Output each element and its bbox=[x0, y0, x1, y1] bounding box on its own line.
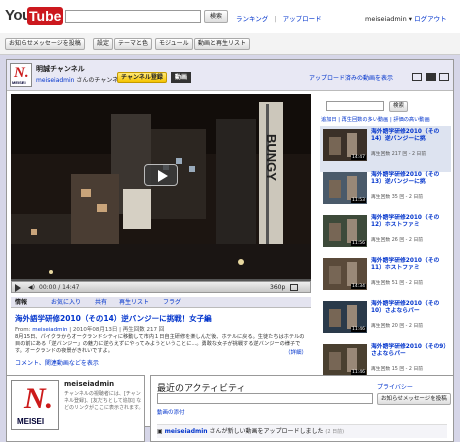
tab-info[interactable]: 情報 bbox=[15, 297, 27, 308]
video-frame: BUNGY bbox=[11, 94, 311, 281]
list-view-icon[interactable] bbox=[439, 73, 449, 81]
video-list-views: 再生回数 217 回 - 2 日前 bbox=[371, 152, 427, 157]
activity-item: ▣ meiseiadmin さんが新しい動画をアップロードしました (2 日前) bbox=[157, 424, 447, 438]
video-list-item[interactable]: 11:56 海外語学研修2010（その12）ホストファミ再生回数 26 回 - 2… bbox=[320, 212, 451, 258]
big-play-button[interactable] bbox=[144, 164, 178, 186]
tab-flag[interactable]: フラグ bbox=[163, 297, 181, 308]
search-button[interactable]: 検索 bbox=[204, 10, 228, 23]
video-list-title[interactable]: 海外語学研修2010（その13）逆バンジーに挑 bbox=[371, 172, 449, 186]
video-duration: 11:53 bbox=[351, 198, 366, 203]
video-list-views: 再生回数 26 回 - 2 日前 bbox=[371, 238, 424, 243]
profile-text: チャンネルの視聴者には、[チャンネル登録]、[友だちとして追加] などのリンクが… bbox=[64, 391, 144, 411]
tab-videos[interactable]: 動画 bbox=[171, 72, 192, 83]
channel-panel: N. MEISEI 明誠チャンネル meiseiadmin さんのチャンネル チ… bbox=[6, 59, 454, 427]
attach-video-link[interactable]: 動画の添付 bbox=[157, 408, 185, 416]
video-thumbnail[interactable]: 14:34 bbox=[323, 258, 367, 290]
time-display: 00:00 / 14:47 bbox=[39, 284, 80, 291]
activity-box: 最近のアクティビティ プライバシー お知らせメッセージを投稿 動画の添付 ▣ m… bbox=[150, 375, 454, 442]
tab-share[interactable]: 共有 bbox=[95, 297, 107, 308]
subscribe-button[interactable]: チャンネル登録 bbox=[117, 72, 167, 83]
bungy-sign-text: BUNGY bbox=[264, 134, 279, 181]
volume-icon[interactable]: ◀) bbox=[28, 284, 35, 291]
video-thumbnail[interactable]: 11:46 bbox=[323, 301, 367, 333]
profile-logo: N. MEISEI bbox=[11, 380, 59, 430]
activity-icon: ▣ bbox=[157, 428, 165, 435]
channel-search-input[interactable] bbox=[326, 101, 384, 111]
video-description: 8月15日、パイクラからオークランドシティに移動して市内１日自主研修を楽しんだ後… bbox=[15, 334, 305, 354]
channel-title: 明誠チャンネル bbox=[36, 66, 85, 73]
grid-view-icon[interactable] bbox=[426, 73, 436, 81]
video-list-title[interactable]: 海外語学研修2010（その12）ホストファミ bbox=[371, 215, 449, 229]
video-thumbnail[interactable]: 11:56 bbox=[323, 215, 367, 247]
player-controls: ◀) 00:00 / 14:47 360p bbox=[11, 281, 311, 293]
video-duration: 14:34 bbox=[351, 284, 366, 289]
bulletin-input[interactable] bbox=[157, 393, 373, 404]
video-duration: 14:47 bbox=[351, 155, 366, 160]
video-list-item[interactable]: 11:53 海外語学研修2010（その13）逆バンジーに挑再生回数 35 回 - … bbox=[320, 169, 451, 215]
video-meta: From: meiseiadmin | 2010年08月13日 | 再生回数 2… bbox=[15, 327, 165, 333]
channel-search-button[interactable]: 検索 bbox=[389, 101, 409, 112]
video-list-item[interactable]: 14:34 海外語学研修2010（その11）ホストファミ再生回数 51 回 - 2… bbox=[320, 255, 451, 301]
channel-logo: N. MEISEI bbox=[10, 63, 32, 87]
video-list-item[interactable]: 11:46 海外語学研修2010（その10）さよならパー再生回数 20 回 - 2… bbox=[320, 298, 451, 344]
profile-box: N. MEISEI meiseiadmin チャンネルの視聴者には、[チャンネル… bbox=[6, 375, 145, 442]
more-link[interactable]: （詳細） bbox=[285, 348, 307, 356]
user-area: meiseiadmin ▾ ログアウト bbox=[365, 13, 447, 23]
video-list-item[interactable]: 14:47 海外語学研修2010（その14）逆バンジーに挑再生回数 217 回 -… bbox=[320, 126, 451, 172]
theme-color-button[interactable]: テーマと色 bbox=[114, 38, 153, 50]
username-menu[interactable]: meiseiadmin bbox=[365, 15, 407, 23]
show-comments-link[interactable]: コメント、関連動画などを表示 bbox=[15, 358, 99, 367]
chevron-down-icon[interactable]: ▾ bbox=[409, 15, 412, 23]
video-list-views: 再生回数 35 回 - 2 日前 bbox=[371, 195, 424, 200]
video-list-views: 再生回数 15 回 - 2 日前 bbox=[371, 367, 424, 372]
channel-edit-bar: お知らせメッセージを投稿 設定 テーマと色 モジュール 動画と再生リスト bbox=[0, 33, 460, 55]
player-view-icon[interactable] bbox=[412, 73, 422, 81]
play-icon[interactable] bbox=[15, 284, 21, 292]
channel-page: N. MEISEI 明誠チャンネル meiseiadmin さんのチャンネル チ… bbox=[0, 55, 460, 442]
channel-subtitle: meiseiadmin さんのチャンネル bbox=[36, 77, 125, 84]
videos-playlists-button[interactable]: 動画と再生リスト bbox=[194, 38, 251, 50]
tab-favorite[interactable]: お気に入り bbox=[51, 297, 81, 308]
logout-link[interactable]: ログアウト bbox=[414, 15, 447, 23]
tab-playlist[interactable]: 再生リスト bbox=[119, 297, 149, 308]
video-thumbnail[interactable]: 11:53 bbox=[323, 172, 367, 204]
video-duration: 11:46 bbox=[351, 327, 366, 332]
info-tabs: 情報 お気に入り 共有 再生リスト フラグ bbox=[11, 297, 311, 308]
quality-selector[interactable]: 360p bbox=[270, 284, 285, 291]
uploader-link[interactable]: meiseiadmin bbox=[32, 327, 67, 333]
video-list-title[interactable]: 海外語学研修2010（その11）ホストファミ bbox=[371, 258, 449, 272]
post-bulletin-button-2[interactable]: お知らせメッセージを投稿 bbox=[377, 393, 451, 405]
video-list-views: 再生回数 51 回 - 2 日前 bbox=[371, 281, 424, 286]
nav-ranking-link[interactable]: ランキング bbox=[236, 15, 268, 23]
sort-links[interactable]: 追加日 | 再生回数の多い動画 | 評価の高い動画 bbox=[321, 116, 430, 123]
top-nav: ランキング | アップロード bbox=[236, 13, 326, 23]
privacy-link[interactable]: プライバシー bbox=[377, 382, 413, 391]
channel-header: N. MEISEI 明誠チャンネル meiseiadmin さんのチャンネル チ… bbox=[7, 60, 453, 91]
video-thumbnail[interactable]: 14:47 bbox=[323, 129, 367, 161]
post-bulletin-button[interactable]: お知らせメッセージを投稿 bbox=[5, 38, 85, 50]
video-list-title[interactable]: 海外語学研修2010（その14）逆バンジーに挑 bbox=[371, 129, 449, 143]
nav-upload-link[interactable]: アップロード bbox=[283, 15, 322, 23]
video-list-title[interactable]: 海外語学研修2010（その10）さよならパー bbox=[371, 301, 449, 315]
top-bar: You Tube 検索 ランキング | アップロード meiseiadmin ▾… bbox=[0, 0, 460, 33]
nav-separator: | bbox=[274, 15, 277, 23]
profile-name: meiseiadmin bbox=[64, 380, 115, 388]
activity-user-link[interactable]: meiseiadmin bbox=[165, 428, 208, 435]
uploaded-videos-link[interactable]: アップロード済みの動画を表示 bbox=[309, 73, 393, 82]
fullscreen-icon[interactable] bbox=[290, 284, 298, 291]
video-list-title[interactable]: 海外語学研修2010（その9）さよならパー bbox=[371, 344, 449, 358]
settings-button[interactable]: 設定 bbox=[93, 38, 114, 50]
video-player[interactable]: BUNGY bbox=[11, 94, 311, 281]
video-list-views: 再生回数 20 回 - 2 日前 bbox=[371, 324, 424, 329]
video-duration: 11:56 bbox=[351, 241, 366, 246]
search-input[interactable] bbox=[65, 10, 201, 23]
youtube-logo[interactable]: You Tube bbox=[5, 6, 64, 28]
channel-owner-link[interactable]: meiseiadmin bbox=[36, 77, 75, 84]
video-thumbnail[interactable]: 11:46 bbox=[323, 344, 367, 376]
modules-button[interactable]: モジュール bbox=[155, 38, 193, 50]
video-title[interactable]: 海外語学研修2010（その14）逆バンジーに挑戦！女子編 bbox=[15, 313, 212, 324]
